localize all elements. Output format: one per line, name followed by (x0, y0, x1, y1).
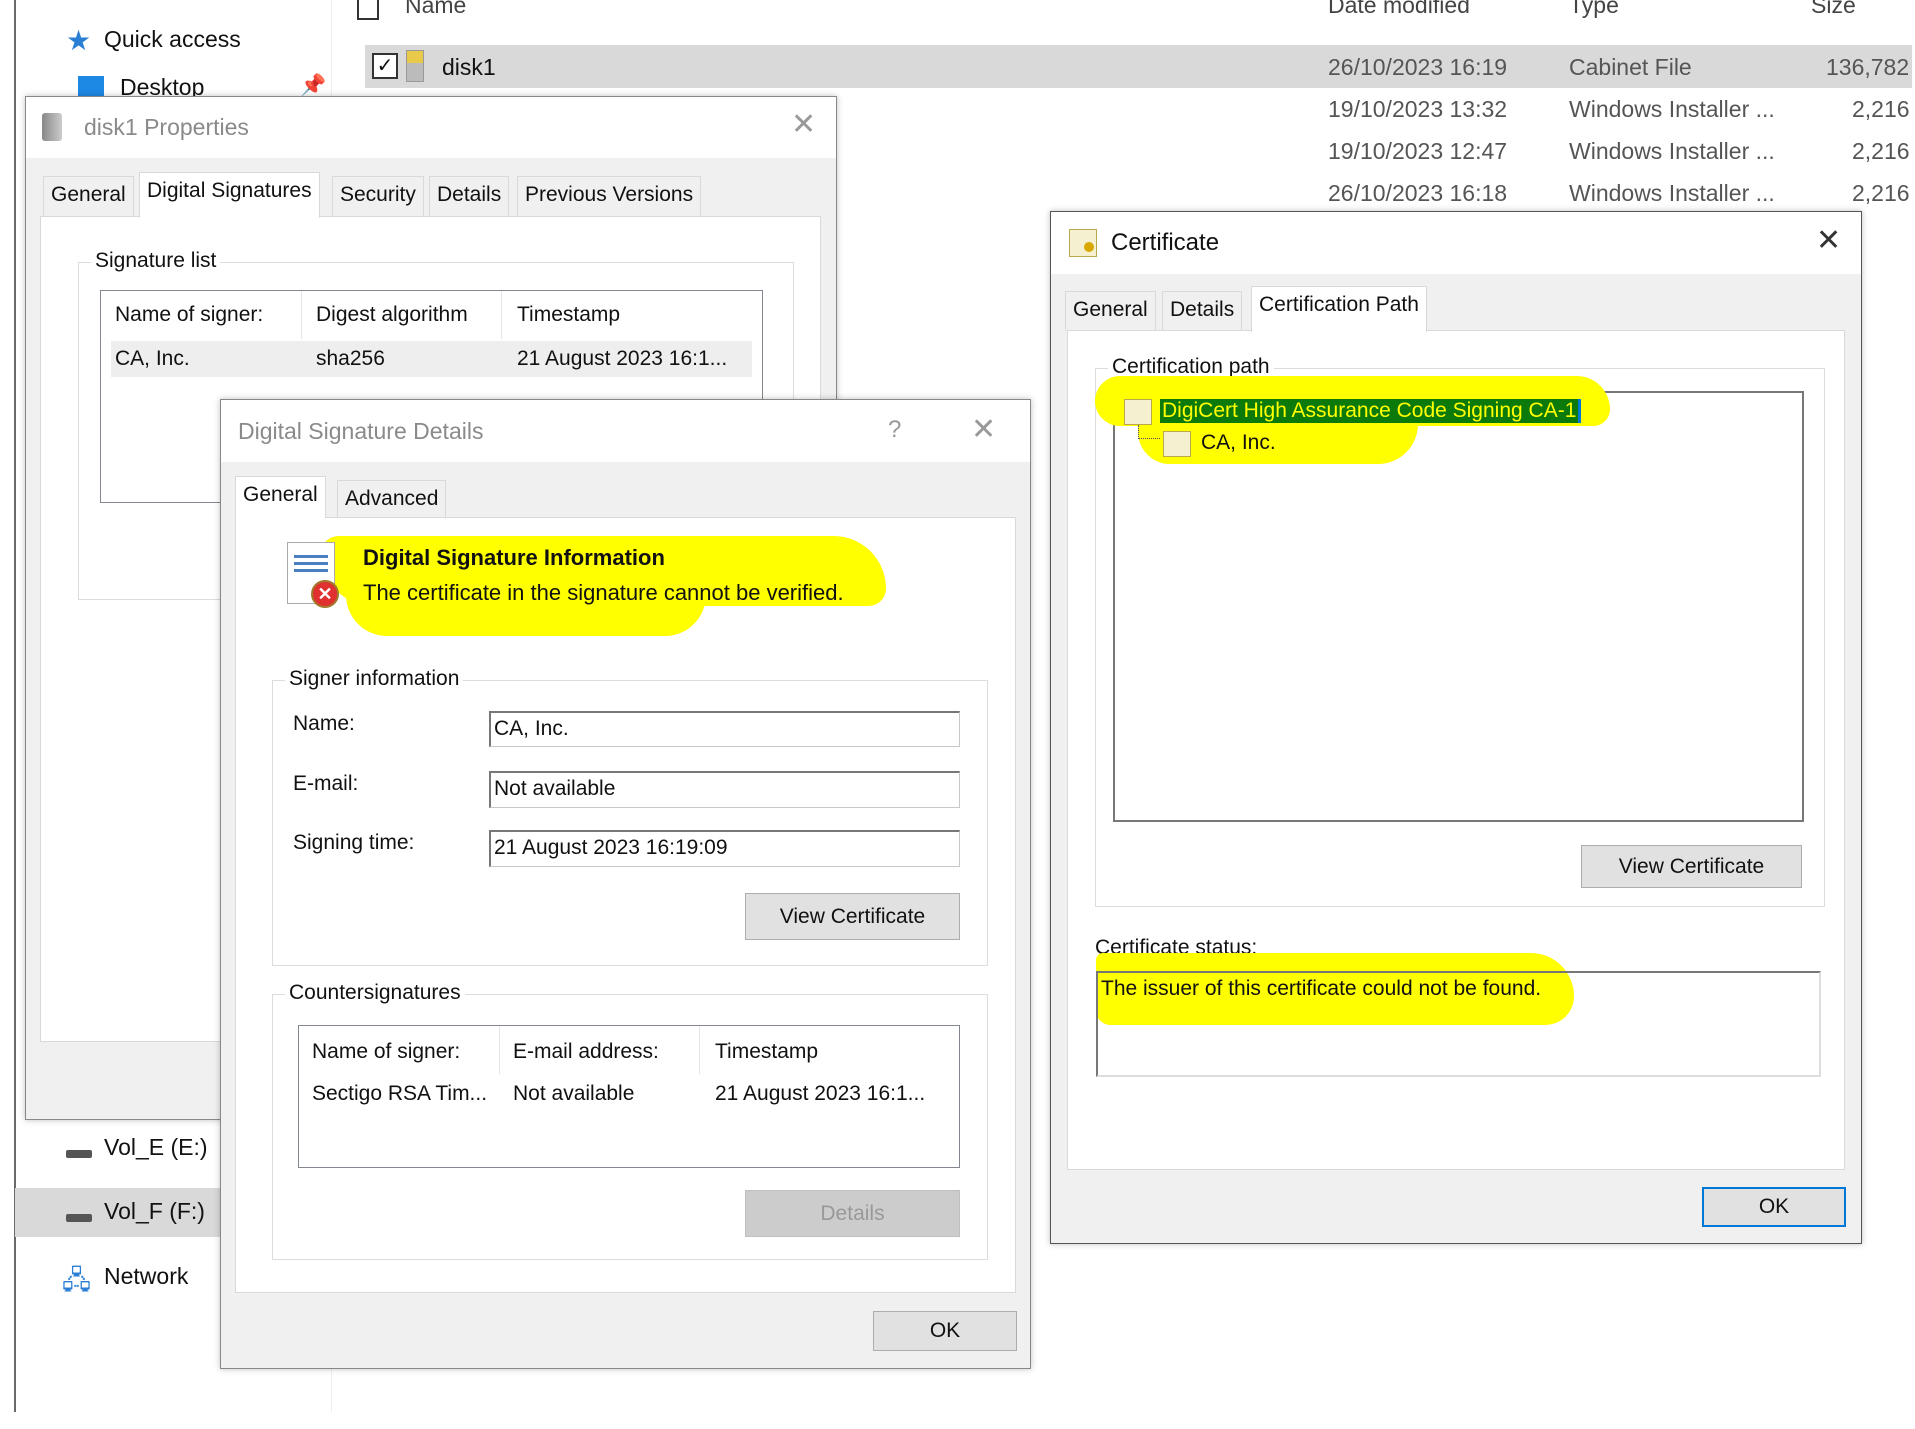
column-name[interactable]: Name (405, 0, 466, 19)
network-icon: 🖧 (62, 1265, 91, 1295)
certificate-icon (1069, 229, 1097, 257)
countersignature-list[interactable]: Name of signer: E-mail address: Timestam… (298, 1025, 960, 1168)
close-button[interactable]: ✕ (791, 107, 816, 142)
certificate-status-text: The issuer of this certificate could not… (1101, 977, 1542, 1000)
view-certificate-button[interactable]: View Certificate (745, 893, 960, 940)
signing-time-label: Signing time: (293, 831, 415, 854)
column-type[interactable]: Type (1569, 0, 1619, 19)
star-icon: ★ (66, 25, 92, 56)
tab-certification-path[interactable]: Certification Path (1251, 286, 1427, 332)
group-label: Signature list (91, 249, 221, 273)
pin-icon: 📌 (300, 74, 327, 97)
file-size: 136,782 (1826, 54, 1910, 80)
counter-email: Not available (513, 1082, 635, 1105)
file-type: Windows Installer ... (1569, 138, 1775, 164)
signature-details-dialog: Digital Signature Details ? ✕ General Ad… (220, 399, 1031, 1369)
header-signer[interactable]: Name of signer: (115, 303, 263, 327)
sidebar-item-quick-access[interactable]: Quick access (104, 26, 241, 53)
file-date: 26/10/2023 16:18 (1328, 180, 1508, 206)
details-button[interactable]: Details (745, 1190, 960, 1237)
row-checkbox[interactable]: ✓ (372, 53, 398, 79)
tab-general[interactable]: General (1065, 291, 1156, 331)
group-label: Signer information (285, 667, 464, 691)
sidebar-item-vol-e[interactable]: Vol_E (E:) (104, 1134, 208, 1161)
file-size: 2,216 (1852, 180, 1910, 206)
tab-details[interactable]: Details (429, 176, 510, 217)
tree-connector (1138, 425, 1160, 439)
dialog-title: Certificate (1111, 229, 1220, 256)
view-certificate-button[interactable]: View Certificate (1581, 845, 1802, 888)
file-size: 2,216 (1852, 96, 1910, 122)
header-digest[interactable]: Digest algorithm (316, 303, 468, 327)
file-type: Windows Installer ... (1569, 180, 1775, 206)
tab-panel: ✕ Digital Signature Information The cert… (235, 517, 1016, 1293)
column-size[interactable]: Size (1811, 0, 1856, 19)
tab-details[interactable]: Details (1162, 291, 1243, 331)
name-label: Name: (293, 712, 355, 735)
tab-advanced[interactable]: Advanced (337, 480, 447, 518)
tab-digital-signatures[interactable]: Digital Signatures (139, 172, 320, 218)
cabinet-file-icon (406, 50, 424, 82)
group-label: Countersignatures (285, 981, 465, 1005)
drive-icon (66, 1150, 92, 1158)
desktop-icon (78, 76, 104, 98)
ok-button[interactable]: OK (873, 1311, 1017, 1351)
file-type: Windows Installer ... (1569, 96, 1775, 122)
signer-name: CA, Inc. (115, 347, 190, 370)
close-button[interactable]: ✕ (1816, 223, 1841, 258)
ok-button[interactable]: OK (1702, 1187, 1846, 1227)
tab-general[interactable]: General (235, 476, 326, 518)
info-title: Digital Signature Information (363, 545, 665, 570)
certificate-icon (1163, 431, 1191, 457)
header-timestamp[interactable]: Timestamp (715, 1040, 818, 1064)
tab-panel: Certification path DigiCert High Assuran… (1067, 330, 1845, 1170)
certificate-dialog: Certificate ✕ General Details Certificat… (1050, 211, 1862, 1244)
select-all-checkbox[interactable] (357, 0, 379, 20)
path-item-leaf[interactable]: CA, Inc. (1201, 431, 1276, 455)
email-field[interactable]: Not available (489, 771, 960, 808)
email-label: E-mail: (293, 772, 359, 795)
title-bar: Certificate ✕ (1051, 212, 1861, 274)
divider (501, 291, 502, 339)
error-icon: ✕ (311, 580, 339, 608)
file-date: 26/10/2023 16:19 (1328, 54, 1508, 80)
column-date[interactable]: Date modified (1328, 0, 1470, 19)
info-message: The certificate in the signature cannot … (363, 580, 844, 605)
timestamp: 21 August 2023 16:1... (517, 347, 728, 370)
divider (301, 291, 302, 339)
tab-general[interactable]: General (43, 176, 134, 217)
drive-icon (66, 1214, 92, 1222)
header-timestamp[interactable]: Timestamp (517, 303, 620, 327)
divider (499, 1026, 500, 1074)
file-name: disk1 (442, 54, 496, 80)
title-bar: disk1 Properties ✕ (26, 97, 836, 158)
dialog-title: disk1 Properties (84, 114, 249, 140)
tab-previous-versions[interactable]: Previous Versions (517, 176, 702, 217)
sidebar-item-vol-f[interactable]: Vol_F (F:) (104, 1198, 205, 1225)
counter-signer[interactable]: Sectigo RSA Tim... (312, 1082, 487, 1106)
header-signer[interactable]: Name of signer: (312, 1040, 460, 1064)
cabinet-icon (42, 113, 62, 141)
divider (699, 1026, 700, 1074)
sidebar-item-network[interactable]: Network (104, 1263, 188, 1290)
header-email[interactable]: E-mail address: (513, 1040, 659, 1064)
path-item-root[interactable]: DigiCert High Assurance Code Signing CA-… (1160, 399, 1582, 423)
title-bar: Digital Signature Details ? ✕ (221, 400, 1030, 462)
help-button[interactable]: ? (888, 416, 901, 444)
dialog-title: Digital Signature Details (238, 418, 484, 444)
name-field[interactable]: CA, Inc. (489, 711, 960, 747)
file-date: 19/10/2023 12:47 (1328, 138, 1508, 164)
file-size: 2,216 (1852, 138, 1910, 164)
counter-timestamp: 21 August 2023 16:1... (715, 1082, 926, 1105)
tab-security[interactable]: Security (332, 176, 424, 217)
digest: sha256 (316, 347, 385, 370)
signing-time-field[interactable]: 21 August 2023 16:19:09 (489, 830, 960, 867)
file-type: Cabinet File (1569, 54, 1692, 80)
file-date: 19/10/2023 13:32 (1328, 96, 1508, 122)
certificate-icon (1124, 399, 1152, 425)
close-button[interactable]: ✕ (971, 412, 996, 447)
